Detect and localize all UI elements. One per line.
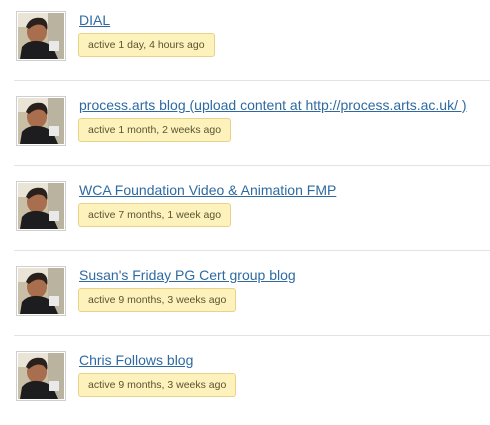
divider — [14, 335, 490, 336]
avatar[interactable] — [16, 266, 66, 316]
group-title-link[interactable]: Chris Follows blog — [79, 352, 193, 369]
activity-badge: active 7 months, 1 week ago — [78, 203, 232, 227]
group-list: DIAL active 1 day, 4 hours ago process.a… — [0, 0, 490, 425]
activity-badge: active 9 months, 3 weeks ago — [78, 288, 237, 312]
list-item: Susan's Friday PG Cert group blog active… — [0, 255, 490, 340]
avatar[interactable] — [16, 11, 66, 61]
group-title-link[interactable]: WCA Foundation Video & Animation FMP — [79, 182, 336, 199]
group-title-link[interactable]: process.arts blog (upload content at htt… — [79, 97, 467, 114]
list-item: WCA Foundation Video & Animation FMP act… — [0, 170, 490, 255]
avatar[interactable] — [16, 96, 66, 146]
avatar[interactable] — [16, 351, 66, 401]
group-title-link[interactable]: Susan's Friday PG Cert group blog — [79, 267, 296, 284]
user-photo-icon — [18, 183, 64, 229]
group-title-link[interactable]: DIAL — [79, 12, 110, 29]
activity-badge: active 9 months, 3 weeks ago — [78, 373, 237, 397]
activity-badge: active 1 day, 4 hours ago — [78, 33, 215, 57]
user-photo-icon — [18, 98, 64, 144]
user-photo-icon — [18, 268, 64, 314]
activity-badge: active 1 month, 2 weeks ago — [78, 118, 232, 142]
divider — [14, 165, 490, 166]
divider — [14, 80, 490, 81]
user-photo-icon — [18, 353, 64, 399]
list-item: DIAL active 1 day, 4 hours ago — [0, 0, 490, 85]
list-item: process.arts blog (upload content at htt… — [0, 85, 490, 170]
list-item: Chris Follows blog active 9 months, 3 we… — [0, 340, 490, 425]
divider — [14, 250, 490, 251]
user-photo-icon — [18, 13, 64, 59]
avatar[interactable] — [16, 181, 66, 231]
